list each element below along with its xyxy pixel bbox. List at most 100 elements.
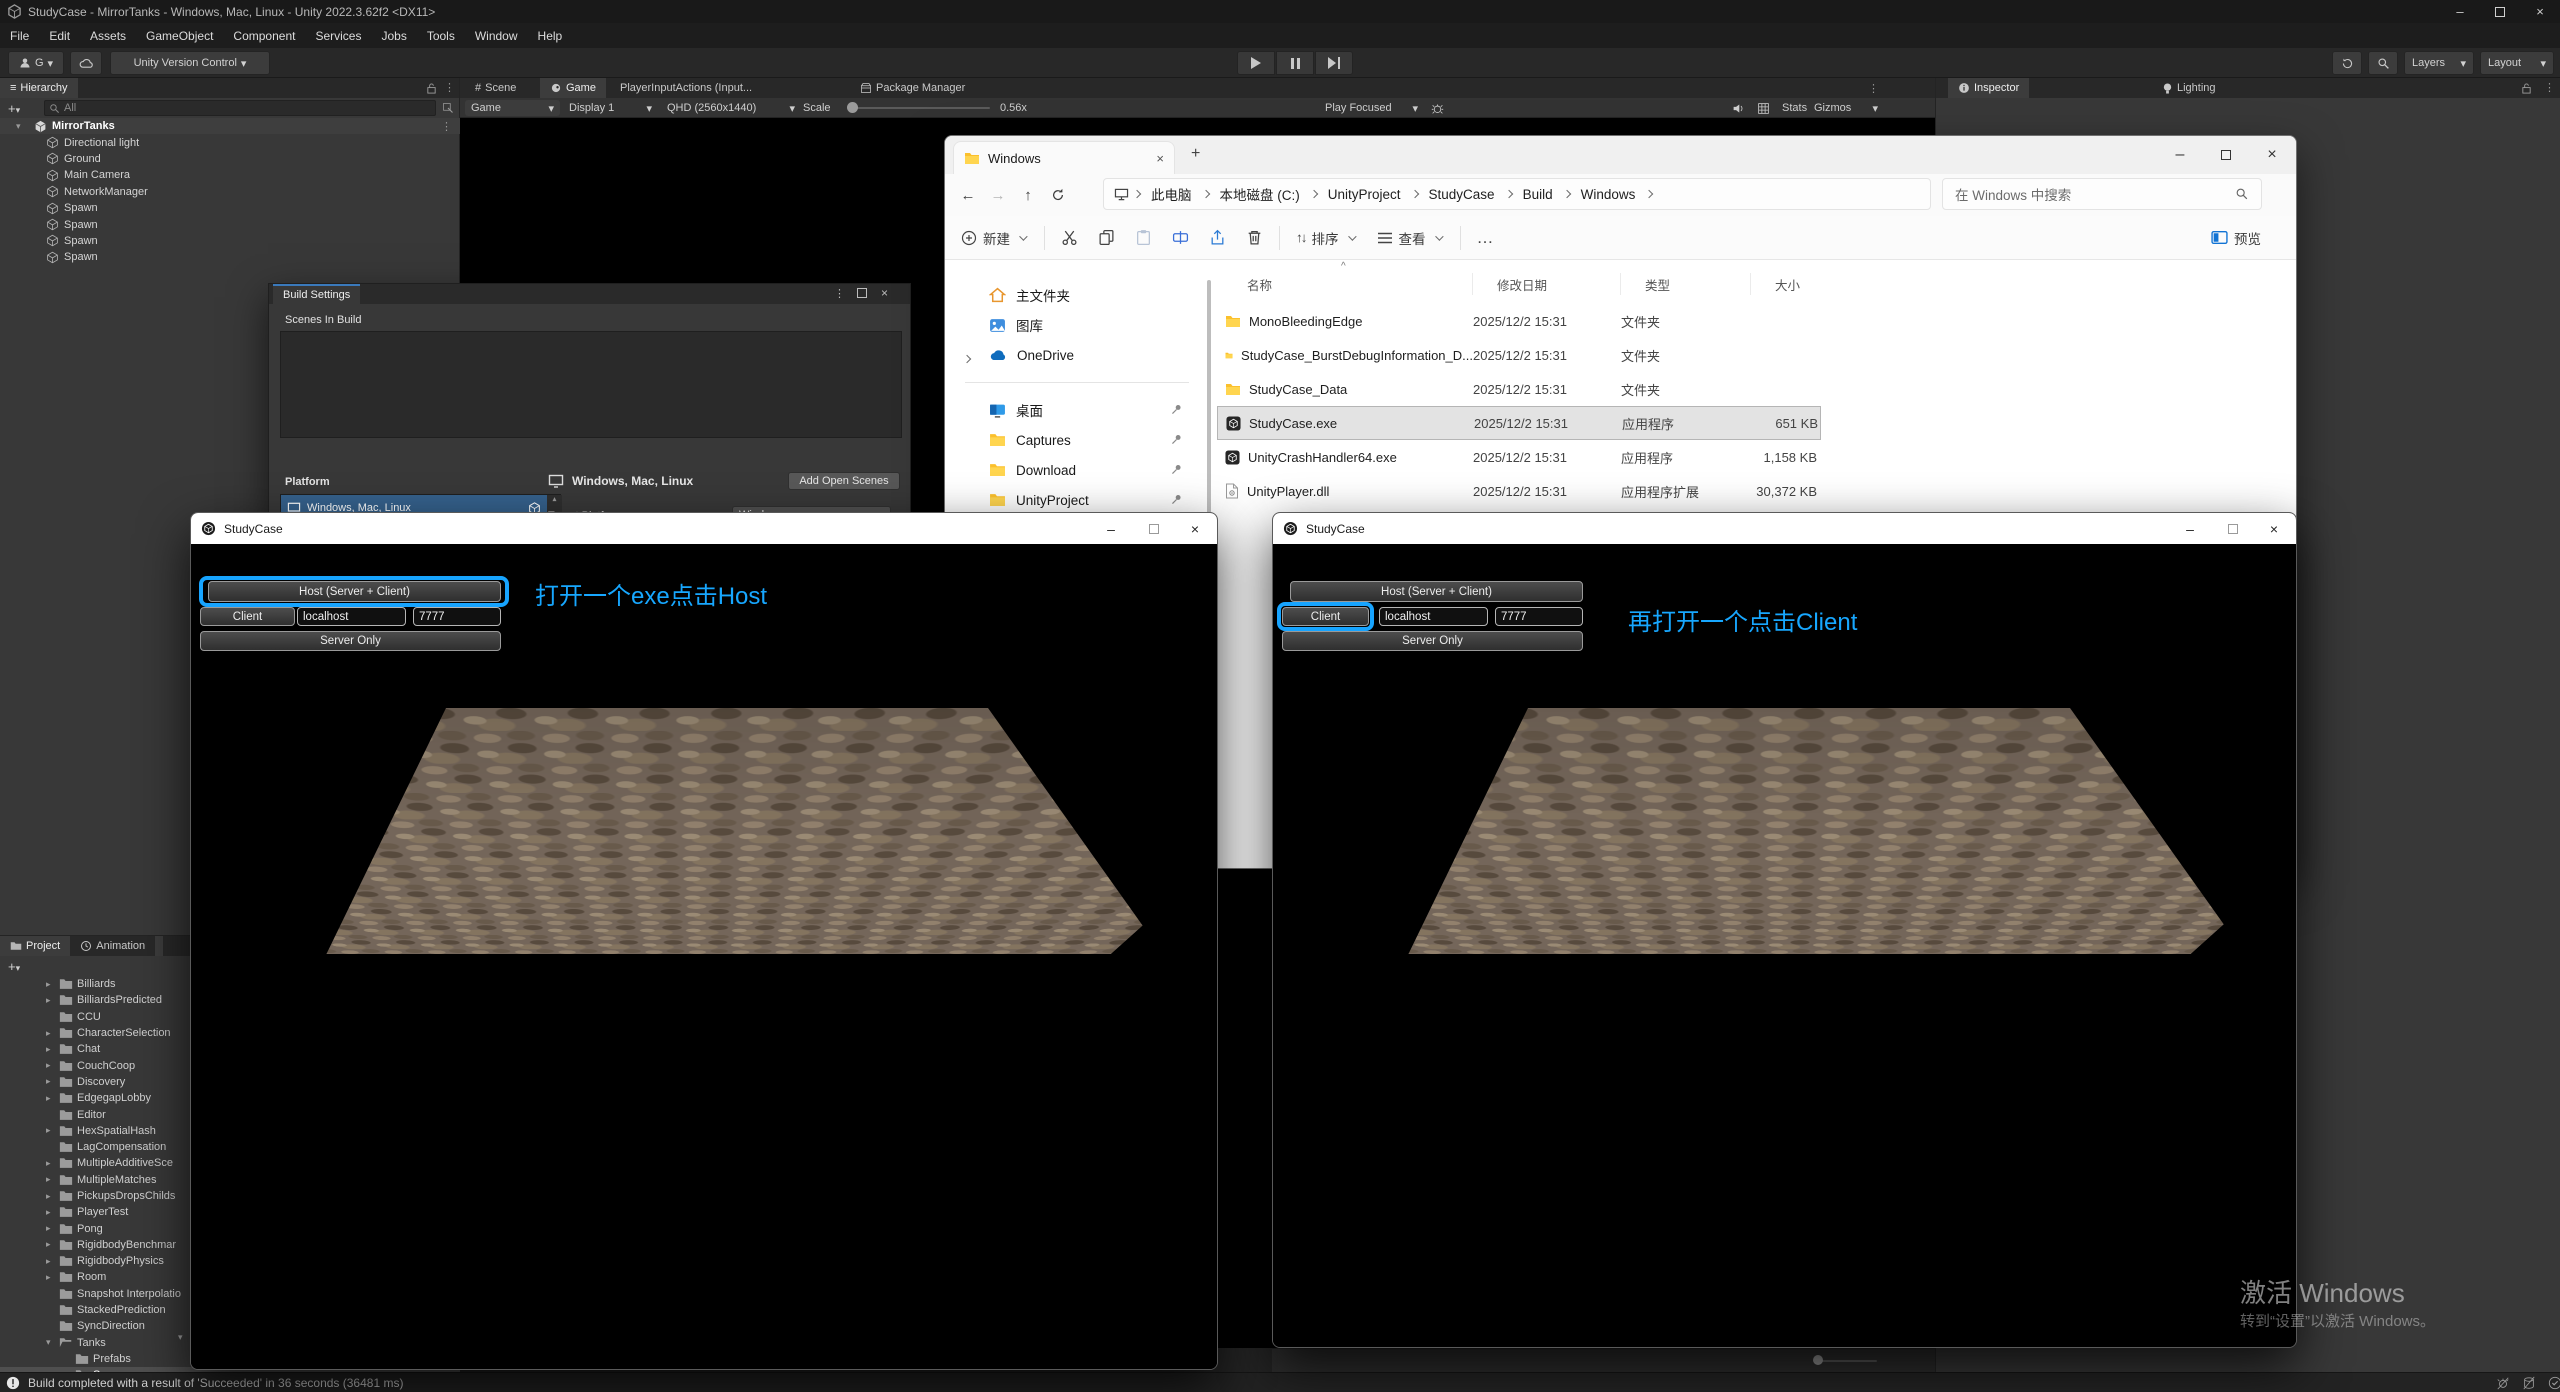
disclosure-icon[interactable]: ▸	[46, 1191, 59, 1202]
project-add-button[interactable]: +▾	[8, 959, 20, 974]
tab-package-manager[interactable]: Package Manager	[850, 78, 975, 98]
breadcrumb-item[interactable]: UnityProject	[1322, 187, 1407, 202]
cloud-button[interactable]	[70, 51, 102, 75]
nav-home[interactable]: 主文件夹	[945, 280, 1209, 310]
inspector-kebab-icon[interactable]: ⋮	[2544, 81, 2555, 94]
picker-icon[interactable]	[442, 102, 454, 114]
explorer-close-button[interactable]: ×	[2252, 136, 2292, 174]
host-button[interactable]: Host (Server + Client)	[208, 581, 501, 602]
explorer-minimize-button[interactable]: –	[2160, 136, 2200, 174]
status-ok-icon[interactable]	[2548, 1376, 2560, 1390]
window-maximize-icon[interactable]	[857, 288, 867, 298]
tab-project[interactable]: Project	[0, 936, 70, 956]
disclosure-icon[interactable]: ▸	[46, 1125, 59, 1136]
share-button[interactable]	[1199, 229, 1236, 246]
scene-kebab-icon[interactable]: ⋮	[441, 120, 452, 133]
hierarchy-item[interactable]: Spawn	[0, 216, 460, 232]
hierarchy-item[interactable]: Spawn	[0, 200, 460, 216]
debug-bug-icon[interactable]	[1431, 102, 1444, 115]
breadcrumb-item[interactable]: 此电脑	[1145, 184, 1198, 204]
tab-hierarchy[interactable]: ≡Hierarchy	[0, 78, 78, 98]
file-row[interactable]: MonoBleedingEdge 2025/12/2 15:31文件夹	[1217, 304, 1821, 338]
search-button[interactable]	[2368, 51, 2398, 75]
view-button[interactable]: 查看	[1367, 228, 1454, 248]
disclosure-icon[interactable]: ▸	[46, 1174, 59, 1185]
hierarchy-search-input[interactable]: All	[44, 100, 436, 116]
nav-desktop[interactable]: 桌面	[945, 395, 1209, 425]
copy-button[interactable]	[1088, 229, 1125, 246]
resolution-dropdown[interactable]: QHD (2560x1440)▾	[661, 98, 801, 118]
vsync-grid-icon[interactable]	[1757, 102, 1770, 115]
new-button[interactable]: 新建	[951, 228, 1038, 248]
menu-gameobject[interactable]: GameObject	[136, 29, 223, 43]
disclosure-icon[interactable]: ▸	[46, 1272, 59, 1283]
menu-assets[interactable]: Assets	[80, 29, 136, 43]
menu-help[interactable]: Help	[528, 29, 573, 43]
pause-button[interactable]	[1276, 51, 1314, 75]
game-dock-kebab-icon[interactable]: ⋮	[1868, 82, 1879, 95]
window-maximize-button[interactable]	[2213, 513, 2253, 544]
unity-maximize-button[interactable]	[2480, 0, 2520, 23]
disclosure-icon[interactable]: ▸	[46, 1158, 59, 1169]
debugger-disabled-icon[interactable]	[2496, 1376, 2510, 1390]
file-row[interactable]: StudyCase_BurstDebugInformation_D... 202…	[1217, 338, 1821, 372]
server-only-button[interactable]: Server Only	[1282, 631, 1583, 651]
game-target-dropdown[interactable]: Game▾	[465, 100, 560, 116]
disclosure-icon[interactable]: ▸	[46, 1256, 59, 1267]
unity-close-button[interactable]: ×	[2520, 0, 2560, 23]
hierarchy-item[interactable]: Ground	[0, 151, 460, 167]
unity-minimize-button[interactable]: –	[2440, 0, 2480, 23]
nav-gallery[interactable]: 图库	[945, 310, 1209, 340]
menu-component[interactable]: Component	[223, 29, 305, 43]
breadcrumb-item[interactable]: StudyCase	[1423, 187, 1501, 202]
play-button[interactable]	[1237, 51, 1275, 75]
disclosure-icon[interactable]: ▸	[46, 1028, 59, 1039]
host-button[interactable]: Host (Server + Client)	[1290, 581, 1583, 602]
window-maximize-button[interactable]	[1134, 513, 1174, 544]
scroll-down-icon[interactable]: ▾	[178, 1332, 183, 1343]
version-control-dropdown[interactable]: Unity Version Control▾	[110, 51, 270, 75]
disclosure-icon[interactable]: ▸	[46, 1044, 59, 1055]
address-field[interactable]	[297, 607, 406, 626]
port-field[interactable]	[413, 607, 501, 626]
hierarchy-item[interactable]: Directional light	[0, 134, 460, 150]
window-close-button[interactable]: ×	[1175, 513, 1215, 544]
address-field[interactable]	[1379, 607, 1488, 626]
disclosure-icon[interactable]: ▸	[46, 1093, 59, 1104]
disclosure-icon[interactable]: ▸	[46, 995, 59, 1006]
scale-slider-knob[interactable]	[847, 102, 858, 113]
hierarchy-item[interactable]: Spawn	[0, 249, 460, 265]
forward-button[interactable]: →	[983, 180, 1013, 210]
display-dropdown[interactable]: Display 1▾	[563, 98, 658, 118]
nav-unityproject[interactable]: UnityProject	[945, 485, 1209, 515]
step-button[interactable]	[1315, 51, 1353, 75]
menu-window[interactable]: Window	[465, 29, 528, 43]
chevron-right-icon[interactable]	[963, 355, 971, 363]
disclosure-icon[interactable]: ▸	[46, 1060, 59, 1071]
disclosure-icon[interactable]: ▾	[46, 1337, 59, 1348]
disclosure-icon[interactable]: ▸	[46, 979, 59, 990]
menu-services[interactable]: Services	[305, 29, 371, 43]
hierarchy-item[interactable]: Main Camera	[0, 167, 460, 183]
menu-jobs[interactable]: Jobs	[371, 29, 416, 43]
up-button[interactable]: ↑	[1013, 180, 1043, 210]
scenes-in-build-list[interactable]	[280, 331, 902, 438]
more-button[interactable]: …	[1467, 228, 1504, 248]
nav-captures[interactable]: Captures	[945, 425, 1209, 455]
play-focused-dropdown[interactable]: Play Focused▾	[1319, 98, 1424, 118]
menu-file[interactable]: File	[0, 29, 39, 43]
breadcrumb-item[interactable]: Build	[1517, 187, 1559, 202]
breadcrumb-item[interactable]: 本地磁盘 (C:)	[1214, 184, 1306, 204]
window-kebab-icon[interactable]: ⋮	[834, 287, 845, 300]
game-window-title-bar[interactable]: StudyCase	[191, 513, 1217, 544]
account-dropdown[interactable]: G▾	[8, 51, 64, 75]
new-tab-button[interactable]: +	[1191, 145, 1200, 163]
explorer-search-input[interactable]: 在 Windows 中搜索	[1942, 178, 2262, 210]
paste-button[interactable]	[1125, 229, 1162, 246]
sort-button[interactable]: ↑↓排序	[1286, 228, 1367, 248]
rename-button[interactable]	[1162, 229, 1199, 246]
hierarchy-scene-row[interactable]: ▾ MirrorTanks ⋮	[0, 118, 460, 134]
window-close-button[interactable]: ×	[2254, 513, 2294, 544]
layout-dropdown[interactable]: Layout▾	[2480, 51, 2554, 75]
undo-history-button[interactable]	[2332, 51, 2362, 75]
